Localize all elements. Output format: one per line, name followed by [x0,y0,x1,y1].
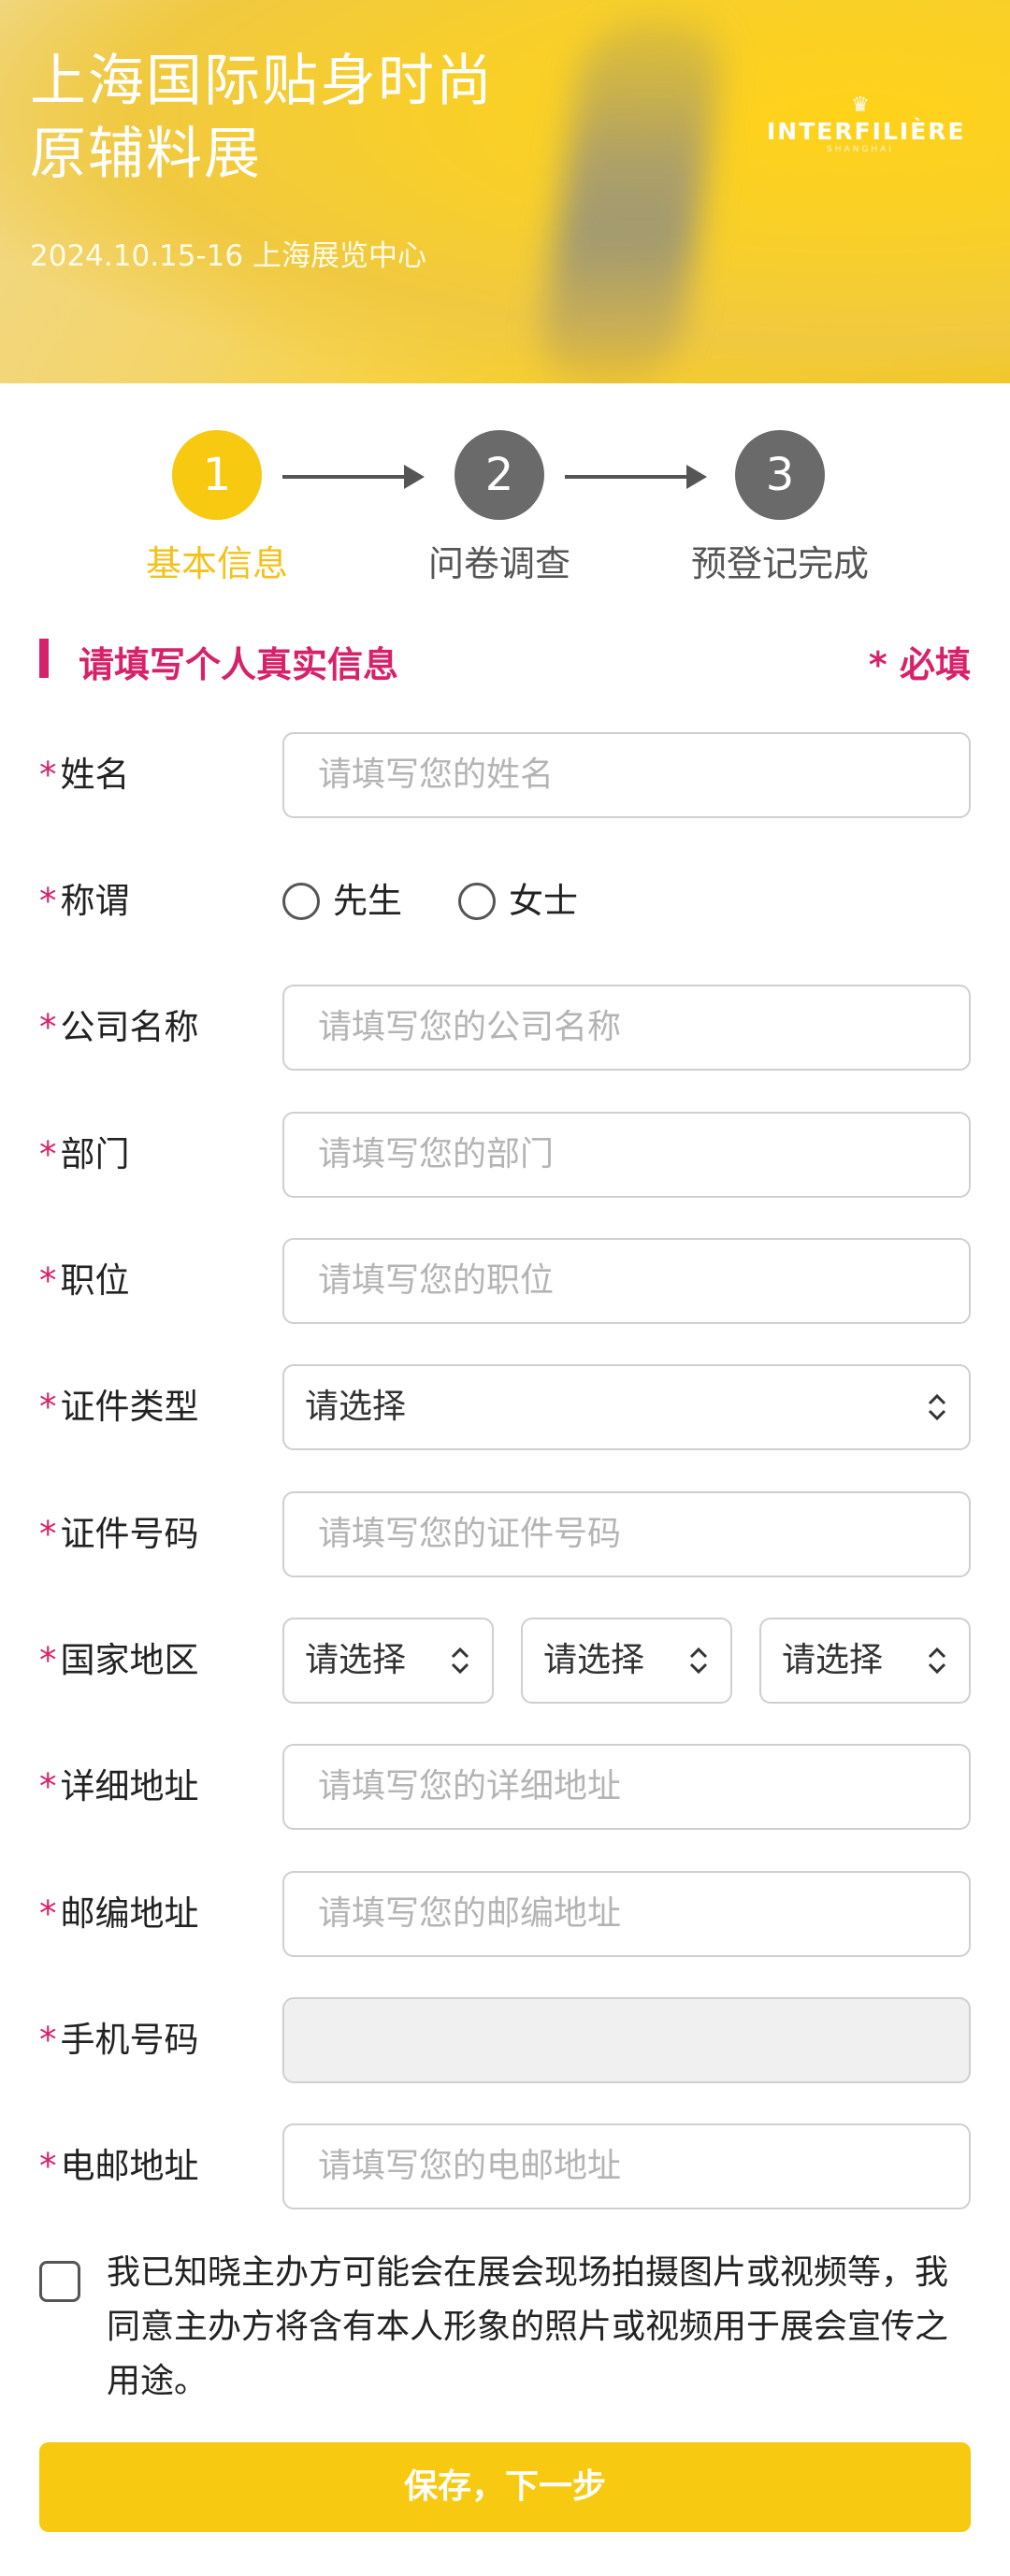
form-row-address: * 详细地址 请填写您的详细地址 [39,1744,971,1830]
position-label: 职位 [60,1260,130,1301]
step-2-label: 问卷调查 [427,543,570,584]
region-label: 国家地区 [60,1640,199,1680]
form-row-postcode: * 邮编地址 请填写您的邮编地址 [39,1871,971,1957]
department-input[interactable]: 请填写您的部门 [282,1112,971,1198]
form-row-region: * 国家地区 请选择 请选择 请选择 [39,1618,971,1704]
email-input[interactable]: 请填写您的电邮地址 [282,2123,971,2209]
field-label: * 邮编地址 [39,1871,199,1957]
address-label: 详细地址 [60,1766,199,1806]
postcode-label: 邮编地址 [60,1893,199,1934]
select-chevron-icon [928,1393,946,1421]
crown-icon: ♛ [851,94,870,117]
salutation-label: 称谓 [60,881,130,921]
required-star: * [39,1640,57,1680]
field-label: * 详细地址 [39,1744,199,1830]
banner-date-venue: 2024.10.15-16 上海展览中心 [30,239,426,273]
consent-checkbox[interactable] [39,2261,80,2302]
id-type-label: 证件类型 [60,1387,199,1427]
id-number-label: 证件号码 [60,1514,199,1554]
save-next-button[interactable]: 保存，下一步 [39,2442,971,2532]
form-row-salutation: * 称谓 先生 女士 [39,858,971,944]
step-2-circle: 2 [454,430,544,520]
form-row-id-type: * 证件类型 请选择 [39,1364,971,1450]
section-accent-bar [39,639,49,678]
name-input[interactable]: 请填写您的姓名 [282,732,971,818]
required-star: * [39,2020,57,2060]
country-select[interactable]: 请选择 [282,1618,494,1704]
step-3-label: 预登记完成 [690,543,869,584]
select-chevron-icon [689,1647,708,1675]
required-star: * [39,1387,57,1427]
form-row-position: * 职位 请填写您的职位 [39,1238,971,1324]
company-input[interactable]: 请填写您的公司名称 [282,985,971,1071]
field-label: * 公司名称 [39,985,199,1071]
field-label: * 证件号码 [39,1491,199,1577]
banner-title-line1: 上海国际贴身时尚 [30,49,494,114]
field-label: * 证件类型 [39,1364,199,1450]
required-star: * [39,1134,57,1174]
company-label: 公司名称 [60,1007,199,1047]
country-value: 请选择 [305,1641,407,1679]
id-type-value: 请选择 [305,1388,407,1426]
field-label: * 称谓 [39,858,130,944]
email-label: 电邮地址 [60,2146,199,2186]
select-chevron-icon [928,1647,946,1675]
form-row-mobile: * 手机号码 [39,1997,971,2083]
brand-name: INTERFILIÈRE [767,118,966,145]
section-header: 请填写个人真实信息 * 必填 [39,636,971,685]
hero-banner: 上海国际贴身时尚 原辅料展 2024.10.15-16 上海展览中心 ♛ INT… [0,0,1010,383]
required-star: * [39,1514,57,1554]
required-star: * [39,1260,57,1301]
mobile-input [282,1997,971,2083]
section-title: 请填写个人真实信息 [79,644,399,685]
radio-ms-label[interactable]: 女士 [509,858,578,944]
field-label: * 电邮地址 [39,2123,199,2209]
required-star: * [39,2146,57,2186]
step-3-circle: 3 [735,430,825,520]
field-label: * 职位 [39,1238,130,1324]
name-label: 姓名 [60,755,130,795]
city-select[interactable]: 请选择 [759,1618,971,1704]
field-label: * 国家地区 [39,1618,199,1704]
id-number-input[interactable]: 请填写您的证件号码 [282,1491,971,1577]
consent-text[interactable]: 我已知晓主办方可能会在展会现场拍摄图片或视频等，我同意主办方将含有本人形象的照片… [107,2246,967,2409]
department-label: 部门 [60,1134,130,1174]
progress-steps: 1 2 3 基本信息 问卷调查 预登记完成 [0,430,1010,589]
banner-title: 上海国际贴身时尚 原辅料展 [30,45,494,191]
address-input[interactable]: 请填写您的详细地址 [282,1744,971,1830]
postcode-input[interactable]: 请填写您的邮编地址 [282,1871,971,1957]
province-value: 请选择 [543,1641,645,1679]
required-star: * [39,1007,57,1047]
field-label: * 部门 [39,1112,130,1198]
banner-title-line2: 原辅料展 [30,122,262,187]
form-row-department: * 部门 请填写您的部门 [39,1112,971,1198]
field-label: * 姓名 [39,732,130,818]
step-arrow-icon [565,465,707,489]
radio-mr[interactable] [282,883,320,920]
radio-ms[interactable] [458,883,496,920]
brand-subtitle: SHANGHAI [827,145,894,154]
mobile-label: 手机号码 [60,2020,199,2060]
required-star: * [39,755,57,795]
brand-logo: ♛ INTERFILIÈRE SHANGHAI [767,94,966,154]
form-row-company: * 公司名称 请填写您的公司名称 [39,985,971,1071]
required-star: * [39,1893,57,1934]
form-row-id-number: * 证件号码 请填写您的证件号码 [39,1491,971,1577]
step-arrow-icon [282,465,425,489]
position-input[interactable]: 请填写您的职位 [282,1238,971,1324]
city-value: 请选择 [782,1641,884,1679]
step-1-circle: 1 [172,430,262,520]
banner-figure-image [535,19,728,383]
province-select[interactable]: 请选择 [521,1618,732,1704]
form-row-name: * 姓名 请填写您的姓名 [39,732,971,818]
select-chevron-icon [451,1647,469,1675]
field-label: * 手机号码 [39,1997,199,2083]
required-star: * [39,1766,57,1806]
id-type-select[interactable]: 请选择 [282,1364,971,1450]
radio-mr-label[interactable]: 先生 [333,858,402,944]
required-star: * [39,881,57,921]
step-1-label: 基本信息 [145,543,288,584]
required-note: * 必填 [868,644,971,685]
form-row-email: * 电邮地址 请填写您的电邮地址 [39,2123,971,2209]
